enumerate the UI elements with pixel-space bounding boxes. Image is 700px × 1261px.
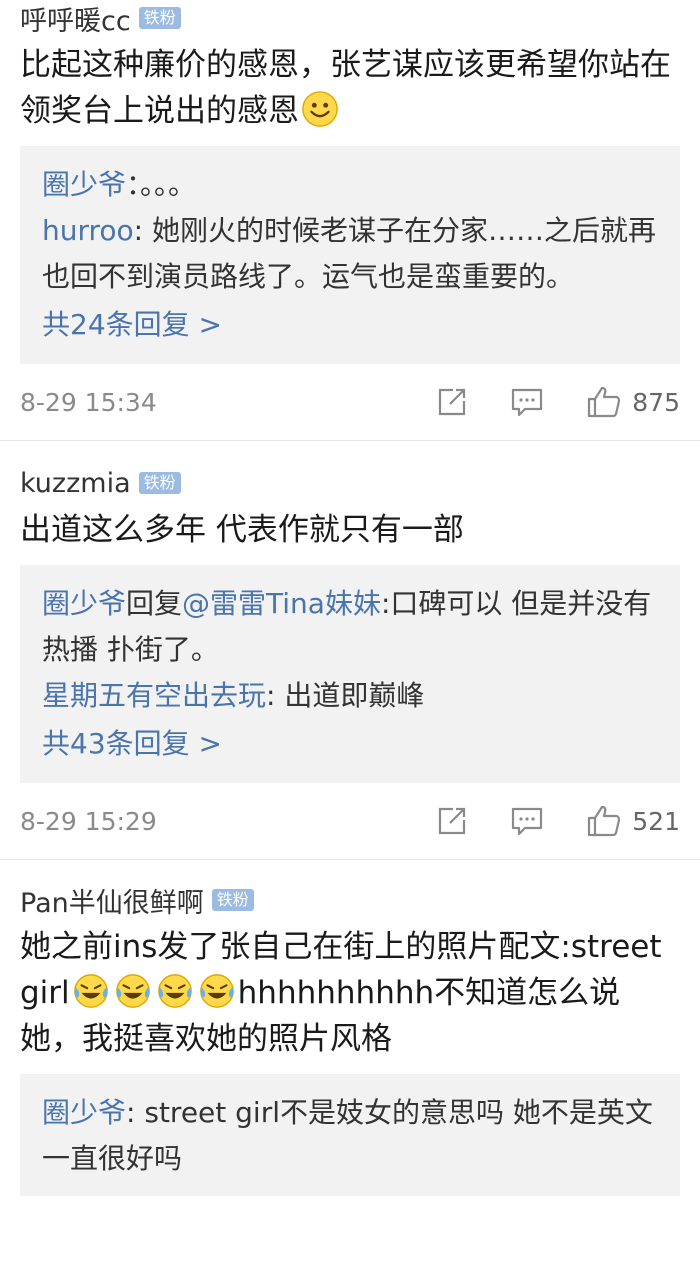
fan-badge: 铁粉 [138, 7, 181, 29]
comment-card: Pan半仙很鲜啊 铁粉 她之前ins发了张自己在街上的照片配文:street g… [0, 859, 700, 1196]
reply-word: 回复 [126, 587, 183, 620]
reply-username[interactable]: 圈少爷 [42, 587, 126, 620]
more-replies-link[interactable]: 共43条回复 > [42, 719, 658, 769]
reply-username[interactable]: 星期五有空出去玩 [42, 679, 266, 712]
share-button[interactable] [436, 386, 468, 418]
comment-text: 她之前ins发了张自己在街上的照片配文:street girl hhhhhhhhh… [20, 924, 680, 1062]
comment-footer: 8-29 15:29 521 [20, 783, 680, 859]
timestamp: 8-29 15:29 [20, 806, 157, 836]
comment-text: 比起这种廉价的感恩，张艺谋应该更希望你站在领奖台上说出的感恩 [20, 42, 680, 134]
share-button[interactable] [436, 805, 468, 837]
comment-card: 呼呼暖cc 铁粉 比起这种廉价的感恩，张艺谋应该更希望你站在领奖台上说出的感恩 … [0, 0, 700, 440]
comment-button[interactable] [510, 386, 544, 418]
comment-text-body: 比起这种廉价的感恩，张艺谋应该更希望你站在领奖台上说出的感恩 [20, 47, 671, 129]
comment-icon [510, 805, 544, 837]
reply-item[interactable]: 圈少爷: street girl不是妓女的意思吗 她不是英文一直很好吗 [42, 1090, 658, 1182]
comment-header: Pan半仙很鲜啊 铁粉 [20, 881, 680, 920]
share-icon [436, 805, 468, 837]
reply-username[interactable]: 圈少爷 [42, 1096, 126, 1129]
reply-mention[interactable]: @雷雷Tina妹妹 [182, 587, 381, 620]
like-button[interactable]: 875 [586, 385, 680, 419]
username[interactable]: 呼呼暖cc [20, 0, 131, 38]
share-icon [436, 386, 468, 418]
comment-header: kuzzmia 铁粉 [20, 465, 680, 501]
comment-text: 出道这么多年 代表作就只有一部 [20, 512, 464, 548]
comment-icon [510, 386, 544, 418]
laugh-cry-emoji [114, 972, 152, 1010]
like-button[interactable]: 521 [586, 804, 680, 838]
reply-item[interactable]: 圈少爷回复@雷雷Tina妹妹:口碑可以 但是并没有热播 扑街了。 [42, 581, 658, 673]
comment-card: kuzzmia 铁粉 出道这么多年 代表作就只有一部 圈少爷回复@雷雷Tina妹… [0, 440, 700, 859]
like-count: 875 [632, 387, 680, 417]
reply-item[interactable]: 星期五有空出去玩: 出道即巅峰 [42, 673, 658, 719]
reply-item[interactable]: hurroo: 她刚火的时候老谋子在分家……之后就再也回不到演员路线了。运气也是… [42, 208, 658, 300]
laugh-cry-emoji [72, 972, 110, 1010]
comment-text-after: hhhhhhhhhh不知道怎么说她，我挺喜欢她的照片风格 [20, 975, 621, 1057]
laugh-cry-emoji [156, 972, 194, 1010]
reply-box: 圈少爷: street girl不是妓女的意思吗 她不是英文一直很好吗 [20, 1074, 680, 1196]
comment-button[interactable] [510, 805, 544, 837]
reply-box: 圈少爷回复@雷雷Tina妹妹:口碑可以 但是并没有热播 扑街了。 星期五有空出去… [20, 565, 680, 783]
reply-text: ：。。。 [126, 168, 197, 201]
reply-username[interactable]: 圈少爷 [42, 168, 126, 201]
reply-text: : 她刚火的时候老谋子在分家……之后就再也回不到演员路线了。运气也是蛮重要的。 [42, 214, 657, 293]
fan-badge: 铁粉 [138, 472, 181, 494]
more-replies-link[interactable]: 共24条回复 > [42, 300, 658, 350]
reply-item[interactable]: 圈少爷：。。。 [42, 162, 658, 208]
reply-text: : street girl不是妓女的意思吗 她不是英文一直很好吗 [42, 1096, 653, 1175]
laugh-cry-emoji [198, 972, 236, 1010]
timestamp: 8-29 15:34 [20, 387, 157, 417]
reply-username[interactable]: hurroo [42, 214, 134, 247]
comment-footer: 8-29 15:34 875 [20, 364, 680, 440]
fan-badge: 铁粉 [211, 889, 254, 911]
smile-emoji [301, 90, 339, 128]
username[interactable]: kuzzmia [20, 468, 131, 499]
reply-text: : 出道即巅峰 [266, 679, 425, 712]
username[interactable]: Pan半仙很鲜啊 [20, 881, 204, 920]
comment-header: 呼呼暖cc 铁粉 [20, 0, 680, 38]
thumbs-up-icon [586, 385, 622, 419]
thumbs-up-icon [586, 804, 622, 838]
like-count: 521 [632, 806, 680, 836]
reply-box: 圈少爷：。。。 hurroo: 她刚火的时候老谋子在分家……之后就再也回不到演员… [20, 146, 680, 364]
